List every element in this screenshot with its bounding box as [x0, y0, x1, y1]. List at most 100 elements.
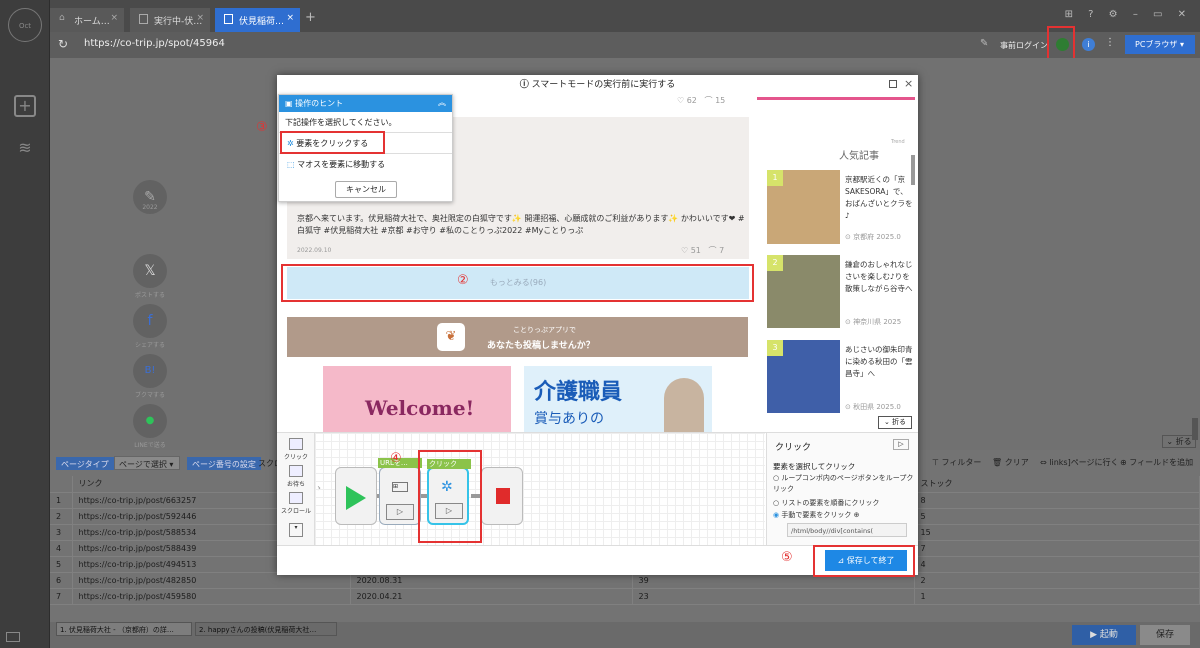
save-button[interactable]: 保存 — [1140, 625, 1190, 645]
article-title[interactable]: 鎌倉のおしゃれなじさいを楽しむ♪りを散策しながら谷寺へ — [845, 259, 913, 311]
option-manual-click-label: 手動で要素をクリック — [781, 511, 852, 519]
run-button[interactable]: ▶ 起動 — [1072, 625, 1136, 645]
app-banner[interactable]: ❦ ことりっぷアプリで あなたも投稿しませんか？ — [287, 317, 748, 357]
canvas: URLを… ⊞ ▷ クリック ✲ ▷ — [315, 433, 765, 546]
cell-stock: 2 — [914, 572, 1200, 589]
mail-icon[interactable] — [6, 632, 20, 642]
browser-icon: ⊞ — [392, 482, 408, 492]
tab-label: 実行中-伏… — [154, 17, 203, 27]
tool-label[interactable]: クリック — [279, 452, 313, 461]
popular-collapse-button[interactable]: ⌄ 折る — [878, 416, 912, 429]
goto-page-button[interactable]: ⇔ links]ページに行く — [1040, 457, 1119, 468]
new-tab-icon[interactable]: + — [305, 10, 316, 25]
hint-option-hover[interactable]: ⬚ マオスを要素に移動する — [279, 153, 452, 173]
stop-node[interactable] — [481, 467, 523, 525]
tab-home[interactable]: ⌂ ホーム… × — [50, 8, 124, 32]
help-icon[interactable]: ⊕ — [854, 511, 860, 519]
ad-banner-care[interactable]: 介護職員 賞与ありの — [524, 366, 712, 432]
more-icon[interactable]: ⋮ — [1105, 37, 1115, 48]
close-dialog-icon[interactable]: × — [904, 77, 913, 90]
tool-label[interactable]: スクロール — [279, 506, 313, 515]
hint-title: 操作のヒント — [295, 99, 344, 108]
hint-option-hover-label: マオスを要素に移動する — [297, 160, 386, 169]
article-title[interactable]: 京都駅近くの「京SAKESORA」で、おばんざいとクラを♪ — [845, 174, 913, 226]
reload-icon[interactable]: ↻ — [58, 37, 68, 51]
cell-num: 4 — [50, 540, 73, 557]
article-date: 2025.0 — [876, 403, 901, 411]
add-field-button[interactable]: ⊕ フィールドを追加 — [1120, 457, 1193, 468]
page-icon — [224, 14, 233, 24]
ad-banner-welcome[interactable]: Welcome! — [323, 366, 511, 432]
play-icon — [346, 486, 366, 510]
cell-num: 3 — [50, 524, 73, 541]
tab-fushimi[interactable]: 伏見稲荷… × — [215, 8, 300, 32]
pc-browser-button[interactable]: PCブラウザ ▾ — [1125, 35, 1195, 54]
panel-preview-button[interactable]: ▷ — [893, 439, 909, 450]
cell-stock: 8 — [914, 492, 1200, 509]
workflow-designer: クリックお待ちスクロール▾ › URLを…⊞▷ クリック✲▷ クリック ▷ 要素… — [277, 432, 918, 546]
close-icon[interactable]: × — [286, 13, 294, 23]
footer-tab-2[interactable]: 2. happyさんの投稿(伏見稲荷大社… — [195, 622, 337, 636]
hint-cancel-button[interactable]: キャンセル — [335, 181, 397, 198]
page-type-button[interactable]: ページタイプ — [56, 457, 114, 470]
cell-stock: 15 — [914, 524, 1200, 541]
post-date: 2022.09.10 — [297, 247, 332, 254]
app-sidebar: Oct + ≋ — [0, 0, 50, 648]
pre-login-button[interactable]: 事前ログイン — [1000, 40, 1048, 51]
layers-icon[interactable]: ≋ — [14, 138, 36, 157]
cell-date: 2020.04.21 — [350, 588, 633, 605]
tool-icon[interactable] — [289, 465, 303, 477]
tool-icon[interactable] — [289, 438, 303, 450]
top-post-stats: ♡ 62 ⌒ 15 — [677, 96, 726, 105]
page-scrollbar[interactable] — [911, 155, 915, 185]
article-title[interactable]: あじさいの御朱印青に染める秋田の「雲昌寺」へ — [845, 344, 913, 396]
post-likes: 51 — [690, 246, 701, 255]
option-list-click[interactable]: ○ リストの要素を順番にクリック — [773, 498, 879, 508]
option-loop-click-label: ループコンボ内のページボタンをループクリック — [773, 474, 914, 493]
filter-button[interactable]: ⊤ フィルター — [932, 457, 981, 468]
open-url-node[interactable]: URLを… ⊞ ▷ — [378, 458, 422, 525]
tool-icon[interactable] — [289, 492, 303, 504]
option-manual-click[interactable]: ◉ 手動で要素をクリック ⊕ — [773, 510, 859, 520]
start-node[interactable] — [335, 467, 377, 525]
hover-cursor-icon: ⬚ — [287, 160, 295, 169]
properties-panel: クリック ▷ 要素を選択してクリック ○ ループコンボ内のページボタンをループク… — [766, 433, 918, 546]
page-number-button[interactable]: ページ番号の設定 — [187, 457, 261, 470]
close-icon[interactable]: × — [110, 13, 118, 23]
option-list-click-label: リストの要素を順番にクリック — [781, 499, 880, 507]
url-text[interactable]: https://co-trip.jp/spot/45964 — [84, 38, 225, 49]
ad-person-image — [664, 378, 704, 432]
bookmark-icon[interactable]: B! — [133, 354, 167, 388]
x-share-icon[interactable]: 𝕏 — [133, 254, 167, 288]
panel-title: クリック — [775, 443, 812, 453]
dialog-title-text: スマートモードの実行前に実行する — [531, 80, 676, 90]
clear-button[interactable]: 🗑 クリア — [992, 457, 1029, 468]
line-icon[interactable]: ● — [133, 404, 167, 438]
close-icon[interactable]: × — [196, 13, 204, 23]
edit-icon[interactable]: ✎ — [980, 38, 988, 49]
tab-running[interactable]: 実行中-伏… × — [130, 8, 210, 32]
info-icon[interactable]: i — [1082, 38, 1095, 51]
hint-prompt: 下記操作を選択してください。 — [285, 118, 397, 127]
tool-more-icon[interactable]: ▾ — [289, 523, 303, 537]
run-label: 起動 — [1099, 630, 1118, 640]
preview-button[interactable]: ▷ — [386, 504, 414, 520]
tool-label[interactable]: お待ち — [279, 479, 313, 488]
facebook-icon[interactable]: f — [133, 304, 167, 338]
xpath-field[interactable]: /html/body//div[contains( — [787, 523, 907, 537]
option-loop-click[interactable]: ○ ループコンボ内のページボタンをループクリック — [773, 473, 915, 495]
footer-tab-1[interactable]: 1. 伏見稲荷大社 - （京都府）の詳… — [56, 622, 192, 636]
page-select-dropdown[interactable]: ページで選択 ▾ — [114, 456, 180, 470]
home-icon: ⌂ — [59, 13, 65, 23]
side-label: ブクマする — [134, 392, 165, 399]
article-date: 2025 — [883, 318, 902, 326]
new-task-icon[interactable]: + — [14, 95, 36, 117]
maximize-icon[interactable] — [889, 80, 897, 88]
trend-label: Trend — [891, 139, 905, 145]
table-row[interactable]: 7 https://co-trip.jp/post/459580 2020.04.2… — [50, 588, 1200, 605]
clear-label: クリア — [1004, 458, 1029, 467]
cell-num: 5 — [50, 556, 73, 573]
collapse-button[interactable]: ⌄ 折る — [1162, 435, 1196, 448]
xpath-value: /html/body//div[contains( — [791, 527, 874, 535]
collapse-chevron-icon[interactable]: ︽ — [438, 97, 446, 108]
